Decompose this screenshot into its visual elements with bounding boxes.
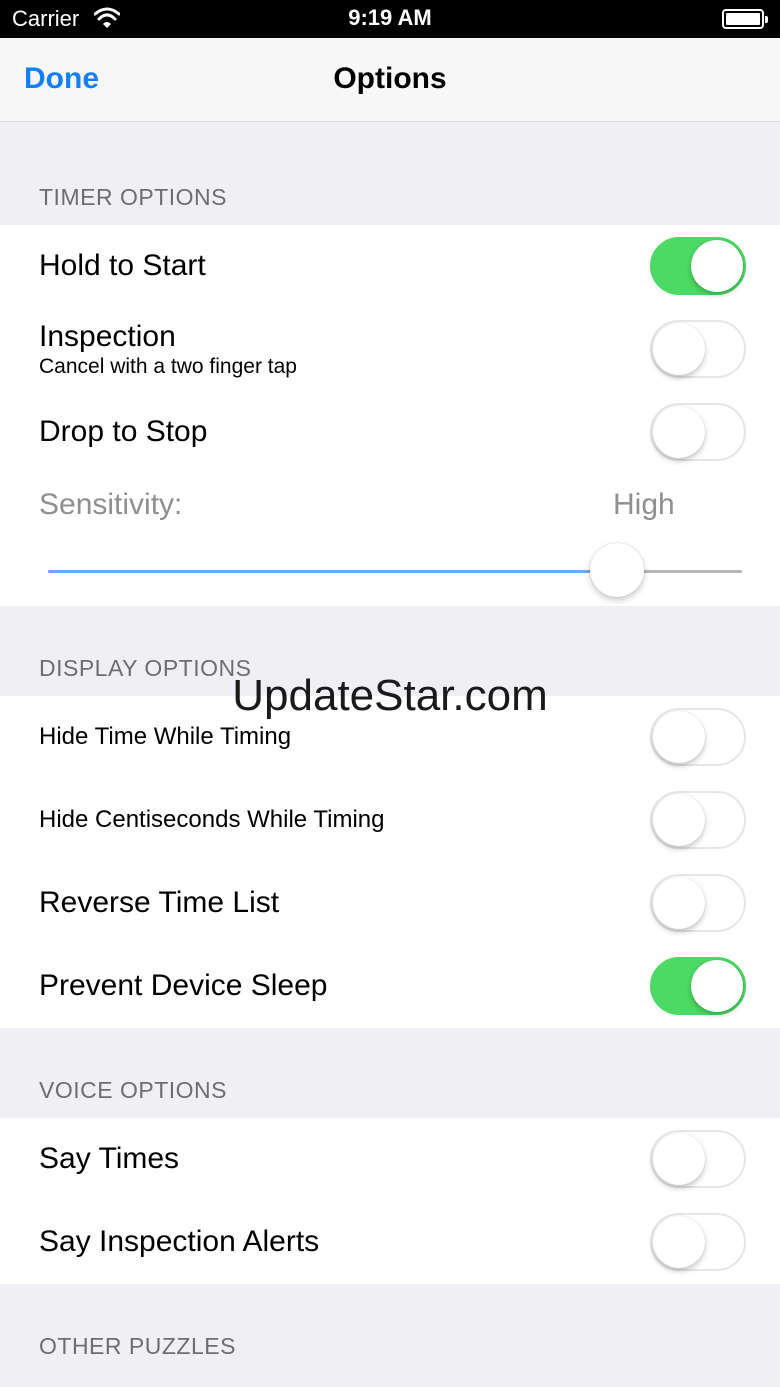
hide-time-label: Hide Time While Timing [39, 723, 292, 750]
inspection-row: Inspection Cancel with a two finger tap [0, 308, 780, 391]
hide-centiseconds-row: Hide Centiseconds While Timing [0, 779, 780, 862]
hide-time-toggle[interactable] [650, 708, 746, 766]
inspection-label: Inspection [39, 320, 176, 353]
sensitivity-slider[interactable] [48, 543, 742, 597]
hide-centiseconds-label: Hide Centiseconds While Timing [39, 806, 385, 833]
other-puzzles-header: OTHER PUZZLES [39, 1333, 236, 1359]
reverse-time-list-row: Reverse Time List [0, 862, 780, 945]
say-times-toggle[interactable] [650, 1130, 746, 1188]
battery-icon [722, 9, 768, 29]
sensitivity-value: High [613, 488, 675, 521]
status-time: 9:19 AM [348, 5, 432, 30]
say-inspection-alerts-toggle[interactable] [650, 1213, 746, 1271]
navigation-bar: Done Options [0, 38, 780, 122]
status-bar: Carrier 9:19 AM [0, 0, 780, 38]
inspection-toggle[interactable] [650, 320, 746, 378]
display-options-header: DISPLAY OPTIONS [39, 655, 252, 681]
prevent-sleep-row: Prevent Device Sleep [0, 945, 780, 1028]
drop-to-stop-row: Drop to Stop [0, 391, 780, 474]
voice-options-header: VOICE OPTIONS [39, 1077, 227, 1103]
say-inspection-alerts-row: Say Inspection Alerts [0, 1201, 780, 1284]
page-title: Options [333, 62, 447, 95]
inspection-sublabel: Cancel with a two finger tap [39, 355, 297, 378]
say-times-row: Say Times [0, 1118, 780, 1201]
reverse-time-list-toggle[interactable] [650, 874, 746, 932]
hold-to-start-row: Hold to Start [0, 225, 780, 308]
sensitivity-label: Sensitivity: [39, 488, 183, 521]
timer-options-header: TIMER OPTIONS [39, 184, 227, 210]
say-inspection-alerts-label: Say Inspection Alerts [39, 1225, 320, 1258]
hide-time-row: Hide Time While Timing [0, 696, 780, 779]
reverse-time-list-label: Reverse Time List [39, 886, 280, 919]
sensitivity-slider-fill [48, 570, 618, 573]
say-times-label: Say Times [39, 1142, 180, 1175]
drop-to-stop-label: Drop to Stop [39, 415, 208, 448]
drop-to-stop-toggle[interactable] [650, 403, 746, 461]
hold-to-start-label: Hold to Start [39, 249, 206, 282]
prevent-sleep-toggle[interactable] [650, 957, 746, 1015]
sensitivity-slider-thumb[interactable] [590, 543, 645, 597]
hold-to-start-toggle[interactable] [650, 237, 746, 295]
prevent-sleep-label: Prevent Device Sleep [39, 969, 328, 1002]
hide-centiseconds-toggle[interactable] [650, 791, 746, 849]
